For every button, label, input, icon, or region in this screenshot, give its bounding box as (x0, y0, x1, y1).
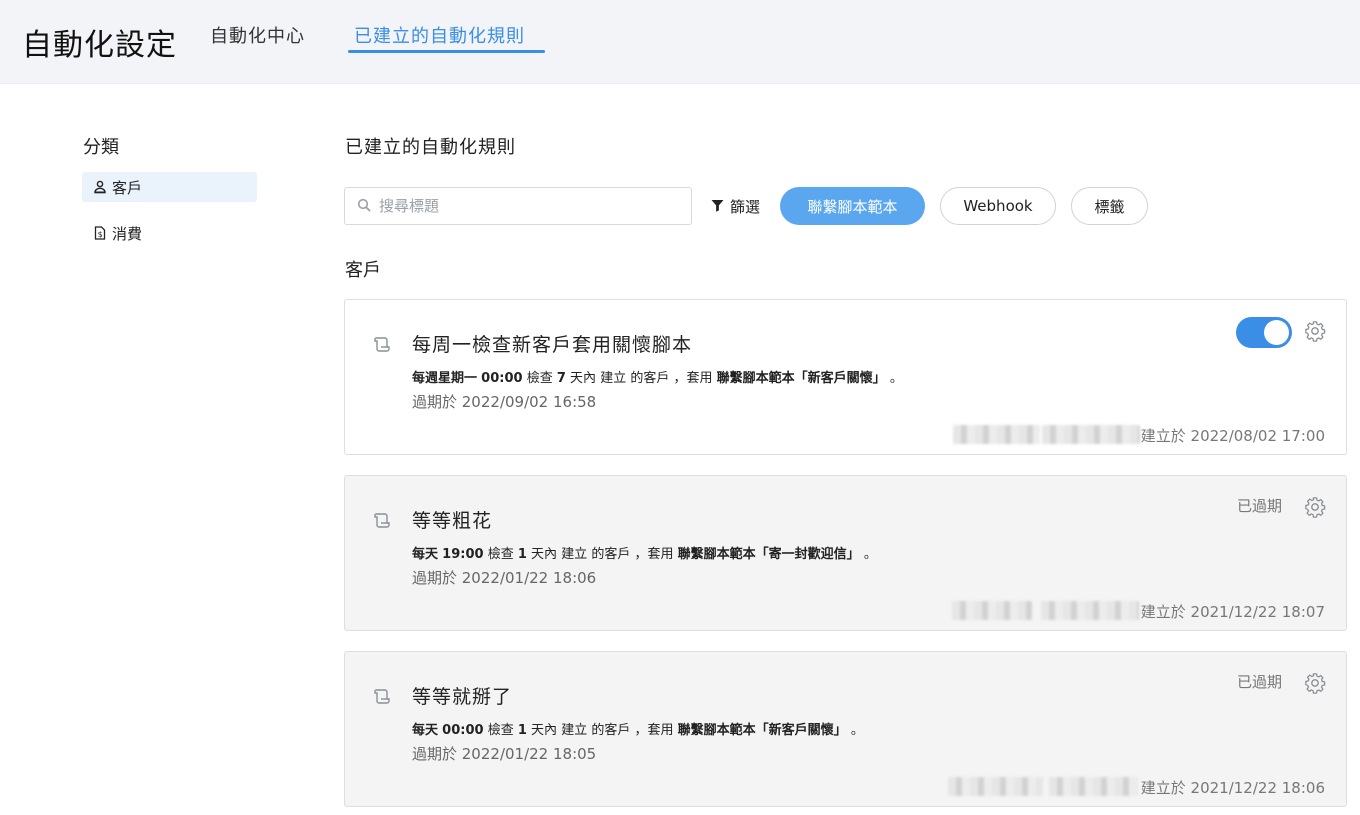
redacted-creator (1042, 425, 1140, 444)
filter-button[interactable]: 篩選 (711, 196, 760, 217)
rule-card[interactable]: 等等就掰了 每天 00:00 檢查 1 天內 建立 的客戶 ，套用 聯繫腳本範本… (344, 651, 1347, 807)
filter-label: 篩選 (730, 198, 761, 216)
sidebar-item-consumption[interactable]: $ 消費 (82, 218, 257, 248)
gear-icon[interactable] (1304, 496, 1326, 522)
redacted-creator (948, 777, 1043, 796)
rule-card[interactable]: 每周一檢查新客戶套用關懷腳本 每週星期一 00:00 檢查 7 天內 建立 的客… (344, 299, 1347, 455)
rule-description: 每週星期一 00:00 檢查 7 天內 建立 的客戶 ，套用 聯繫腳本範本「新客… (412, 371, 903, 386)
rule-enable-toggle[interactable] (1236, 317, 1292, 348)
sidebar-title: 分類 (83, 137, 119, 158)
receipt-icon: $ (93, 226, 107, 240)
search-input[interactable] (379, 197, 669, 215)
gear-icon[interactable] (1304, 320, 1326, 346)
search-box (344, 187, 692, 225)
rule-description: 每天 19:00 檢查 1 天內 建立 的客戶 ，套用 聯繫腳本範本「寄一封歡迎… (412, 547, 877, 562)
filter-icon (711, 198, 730, 216)
top-header: 自動化設定 自動化中心 已建立的自動化規則 (0, 0, 1360, 84)
app-title: 自動化設定 (22, 28, 177, 63)
group-title: 客戶 (345, 260, 381, 281)
rule-expiry: 過期於 2022/01/22 18:05 (412, 745, 597, 763)
rule-created-at: 建立於 2022/08/02 17:00 (1140, 427, 1325, 445)
filter-pill-tag[interactable]: 標籤 (1071, 187, 1148, 225)
rule-description: 每天 00:00 檢查 1 天內 建立 的客戶 ，套用 聯繫腳本範本「新客戶關懷… (412, 723, 864, 738)
toggle-knob (1264, 320, 1289, 345)
status-badge: 已過期 (1236, 497, 1282, 515)
gear-icon[interactable] (1304, 672, 1326, 698)
rule-card[interactable]: 等等粗花 每天 19:00 檢查 1 天內 建立 的客戶 ，套用 聯繫腳本範本「… (344, 475, 1347, 631)
active-tab-indicator (348, 50, 545, 53)
scroll-icon (373, 512, 391, 532)
rule-created-at: 建立於 2021/12/22 18:06 (1140, 779, 1325, 797)
search-icon (357, 197, 379, 216)
rule-expiry: 過期於 2022/01/22 18:06 (412, 569, 597, 587)
page-title: 已建立的自動化規則 (345, 137, 516, 158)
redacted-creator (1041, 601, 1139, 620)
filter-pill-webhook[interactable]: Webhook (940, 187, 1056, 225)
sidebar-item-customer[interactable]: 客戶 (82, 172, 257, 202)
scroll-icon (373, 688, 391, 708)
redacted-creator (953, 425, 1040, 444)
rule-title: 每周一檢查新客戶套用關懷腳本 (412, 334, 693, 356)
rule-expiry: 過期於 2022/09/02 16:58 (412, 393, 597, 411)
filter-pill-contact-script[interactable]: 聯繫腳本範本 (780, 187, 925, 225)
sidebar-item-label: 消費 (112, 224, 143, 243)
scroll-icon (373, 336, 391, 356)
tab-automation-center[interactable]: 自動化中心 (210, 22, 305, 48)
redacted-creator (1049, 777, 1138, 796)
rule-title: 等等粗花 (412, 510, 493, 532)
tab-created-rules[interactable]: 已建立的自動化規則 (354, 22, 525, 48)
user-group-icon (93, 180, 107, 194)
redacted-creator (952, 601, 1032, 620)
status-badge: 已過期 (1236, 673, 1282, 691)
rule-created-at: 建立於 2021/12/22 18:07 (1140, 603, 1325, 621)
svg-text:$: $ (98, 230, 103, 239)
sidebar-item-label: 客戶 (112, 178, 143, 197)
rule-title: 等等就掰了 (412, 686, 513, 708)
